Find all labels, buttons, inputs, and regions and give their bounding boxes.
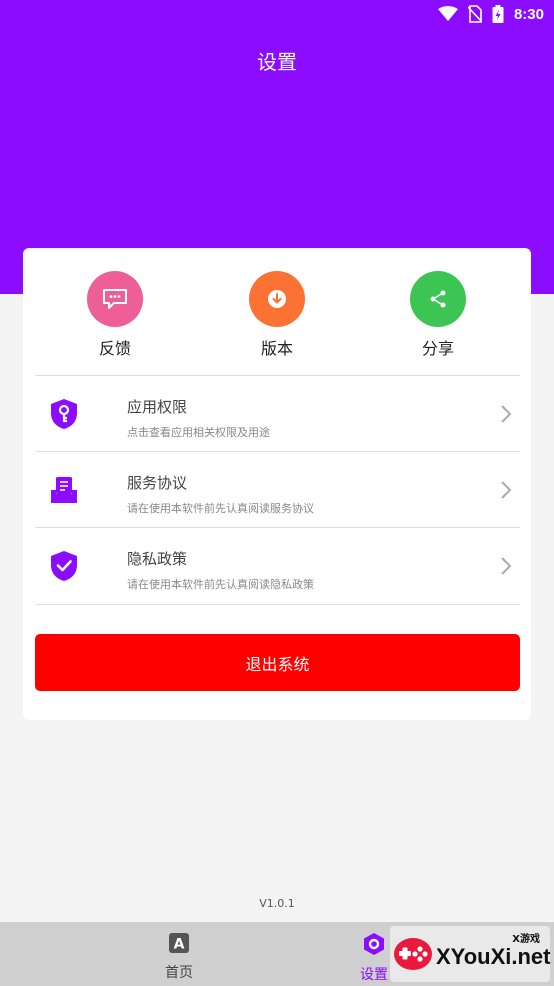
watermark-logo: X游戏 XYouXi.net (390, 926, 551, 982)
menu-item-title: 应用权限 (127, 398, 188, 416)
menu-item-app-permissions[interactable]: 应用权限 点击查看应用相关权限及用途 (35, 376, 520, 452)
feedback-label: 反馈 (98, 339, 131, 358)
chevron-right-icon (501, 481, 512, 499)
chevron-right-icon (501, 557, 512, 575)
version-button[interactable]: 版本 (232, 271, 322, 359)
gamepad-icon (394, 938, 432, 970)
no-sim-icon (467, 5, 482, 23)
svg-text:A: A (174, 937, 185, 953)
tab-home[interactable]: A 首页 (139, 932, 219, 982)
page-title: 设置 (257, 50, 297, 74)
check-shield-icon (51, 551, 77, 581)
share-label: 分享 (421, 339, 454, 358)
menu-item-privacy-policy[interactable]: 隐私政策 请在使用本软件前先认真阅读隐私政策 (35, 528, 520, 604)
settings-hex-icon (364, 933, 384, 955)
download-icon (249, 271, 305, 327)
chevron-right-icon (501, 405, 512, 423)
menu-item-title: 服务协议 (127, 474, 188, 492)
watermark-tagline: X游戏 (512, 934, 540, 945)
feedback-button[interactable]: 反馈 (70, 271, 160, 359)
tab-label: 首页 (165, 965, 193, 981)
share-button[interactable]: 分享 (393, 271, 483, 359)
menu-item-service-agreement[interactable]: 服务协议 请在使用本软件前先认真阅读服务协议 (35, 452, 520, 528)
menu-item-title: 隐私政策 (127, 550, 188, 568)
settings-card: 反馈 版本 分享 应用权限 点击查看应用相关权限及用途 服务协议 请在使用本软件… (23, 248, 531, 720)
version-label: 版本 (260, 339, 293, 358)
status-bar: 8:30 (0, 0, 554, 30)
wifi-icon (437, 6, 458, 21)
menu-item-subtitle: 请在使用本软件前先认真阅读隐私政策 (127, 578, 314, 591)
menu-item-subtitle: 请在使用本软件前先认真阅读服务协议 (127, 502, 314, 515)
watermark-brand: XYouXi.net (436, 944, 551, 969)
menu-item-subtitle: 点击查看应用相关权限及用途 (127, 426, 270, 439)
key-shield-icon (51, 399, 77, 429)
divider (35, 604, 520, 605)
logout-button[interactable]: 退出系统 (35, 634, 520, 691)
feedback-icon (87, 271, 143, 327)
version-text: V1.0.1 (259, 897, 295, 910)
document-tray-icon (51, 477, 77, 503)
share-icon (410, 271, 466, 327)
status-time: 8:30 (513, 5, 544, 23)
battery-charging-icon (492, 5, 504, 23)
app-a-icon: A (169, 933, 189, 953)
